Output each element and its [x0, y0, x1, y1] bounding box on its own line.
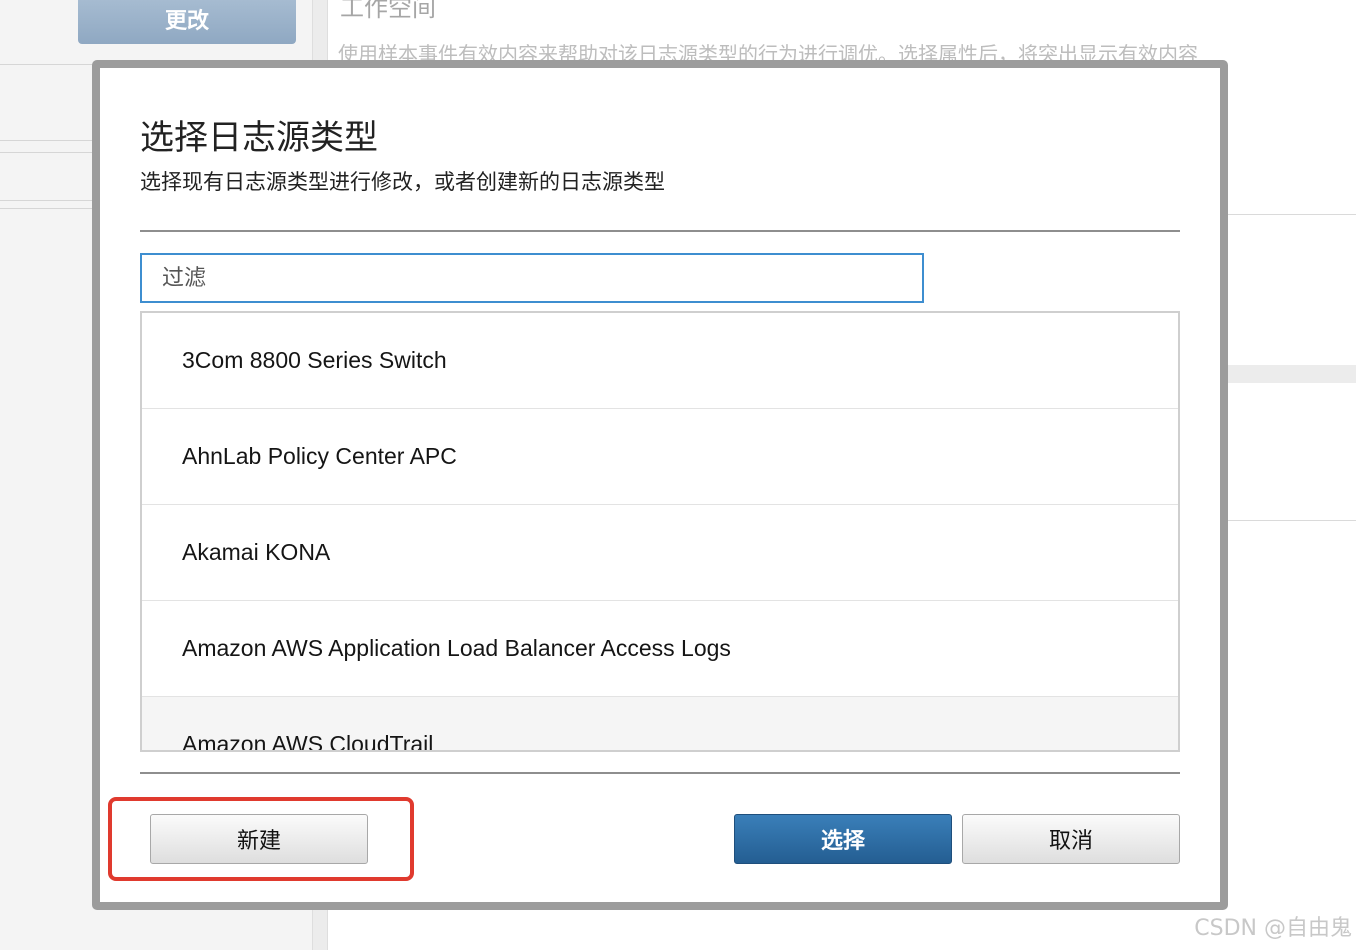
divider: [1226, 365, 1356, 383]
divider: [1226, 214, 1356, 215]
list-item[interactable]: Akamai KONA: [142, 505, 1178, 601]
workspace-title: 工作空间: [340, 0, 436, 22]
header-divider: [140, 230, 1180, 232]
filter-input[interactable]: [140, 253, 924, 303]
footer-divider: [140, 772, 1180, 774]
list-item[interactable]: Amazon AWS Application Load Balancer Acc…: [142, 601, 1178, 697]
divider: [1226, 520, 1356, 521]
list-item[interactable]: AhnLab Policy Center APC: [142, 409, 1178, 505]
select-log-source-type-dialog: 选择日志源类型 选择现有日志源类型进行修改，或者创建新的日志源类型 3Com 8…: [92, 60, 1228, 910]
change-button[interactable]: 更改: [78, 0, 296, 44]
dialog-subtitle: 选择现有日志源类型进行修改，或者创建新的日志源类型: [140, 170, 665, 194]
watermark: CSDN @自由鬼: [1194, 916, 1352, 941]
new-button[interactable]: 新建: [150, 814, 368, 864]
list-item[interactable]: Amazon AWS CloudTrail: [142, 697, 1178, 750]
dialog-title: 选择日志源类型: [140, 118, 378, 158]
log-source-type-list[interactable]: 3Com 8800 Series Switch AhnLab Policy Ce…: [140, 311, 1180, 752]
list-item[interactable]: 3Com 8800 Series Switch: [142, 313, 1178, 409]
select-button[interactable]: 选择: [734, 814, 952, 864]
cancel-button[interactable]: 取消: [962, 814, 1180, 864]
